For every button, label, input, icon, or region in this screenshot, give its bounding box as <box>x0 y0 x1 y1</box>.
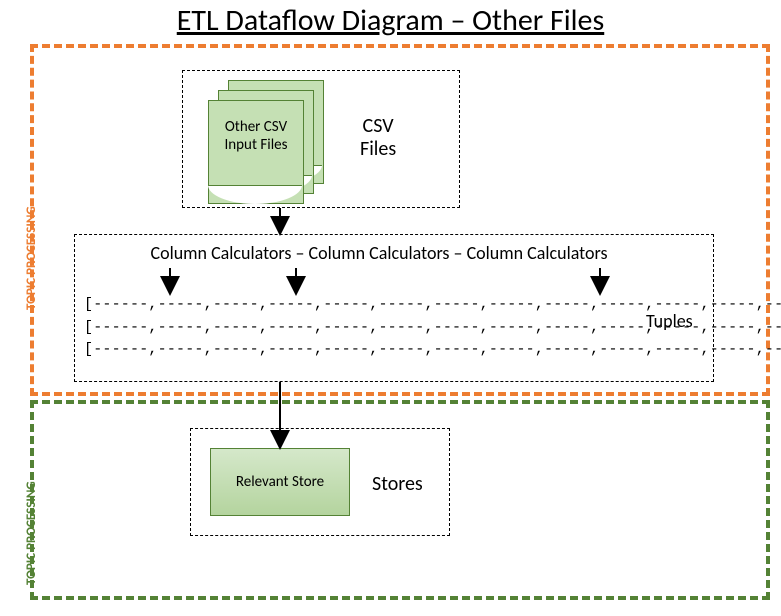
topic-processing-label-lower: TOPIC PROCESSING <box>24 481 39 585</box>
relevant-store-box: Relevant Store <box>210 448 350 516</box>
tuple-row: [------,-----,-----,-----,-----,-----,--… <box>84 294 640 317</box>
topic-processing-label-upper: TOPIC PROCESSING <box>24 206 39 310</box>
diagram-title: ETL Dataflow Diagram – Other Files <box>0 2 781 39</box>
tuple-rows: [------,-----,-----,-----,-----,-----,--… <box>84 294 640 362</box>
csv-input-files-label: Other CSV Input Files <box>208 118 304 154</box>
csv-files-label: CSV Files <box>360 115 396 161</box>
column-calculators-label: Column Calculators – Column Calculators … <box>84 242 674 264</box>
tuple-row: [------,-----,-----,-----,-----,-----,--… <box>84 317 640 340</box>
stores-label: Stores <box>372 472 423 496</box>
tuple-row: [------,-----,-----,-----,-----,-----,--… <box>84 339 640 362</box>
relevant-store-label: Relevant Store <box>236 473 324 491</box>
